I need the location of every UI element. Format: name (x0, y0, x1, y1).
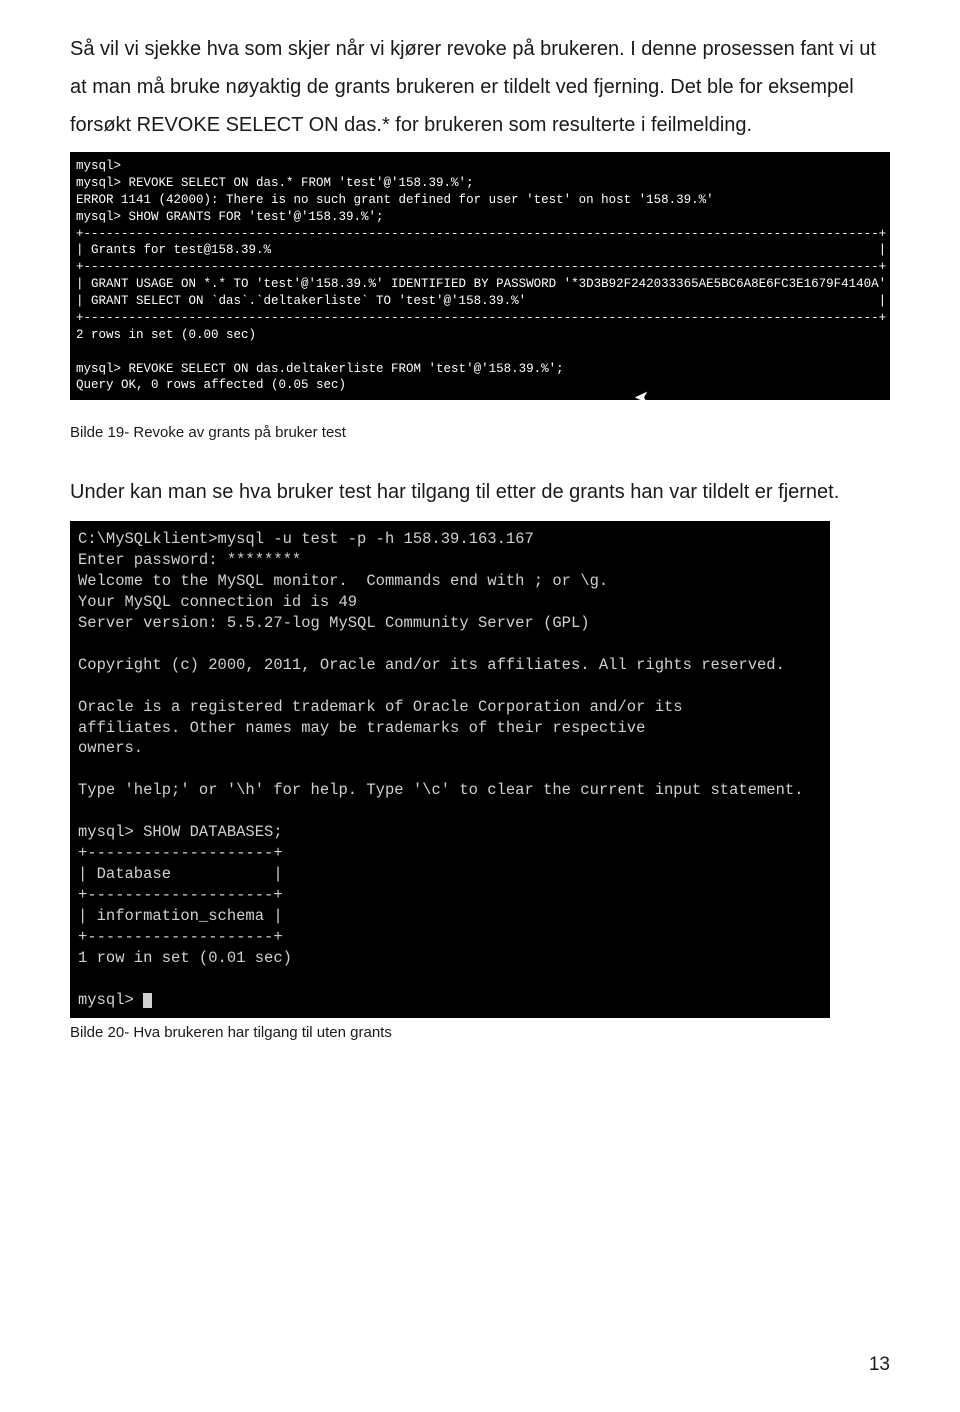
mid-paragraph: Under kan man se hva bruker test har til… (70, 473, 890, 511)
figure-caption-19: Bilde 19- Revoke av grants på bruker tes… (70, 424, 890, 441)
terminal-cursor-icon (143, 993, 152, 1008)
terminal-output-revoke: mysql> mysql> REVOKE SELECT ON das.* FRO… (70, 152, 890, 400)
terminal-text: C:\MySQLklient>mysql -u test -p -h 158.3… (78, 530, 804, 1008)
intro-paragraph: Så vil vi sjekke hva som skjer når vi kj… (70, 30, 890, 144)
page-number: 13 (869, 1354, 890, 1376)
figure-caption-20: Bilde 20- Hva brukeren har tilgang til u… (70, 1024, 890, 1041)
terminal-output-showdb: C:\MySQLklient>mysql -u test -p -h 158.3… (70, 521, 830, 1018)
